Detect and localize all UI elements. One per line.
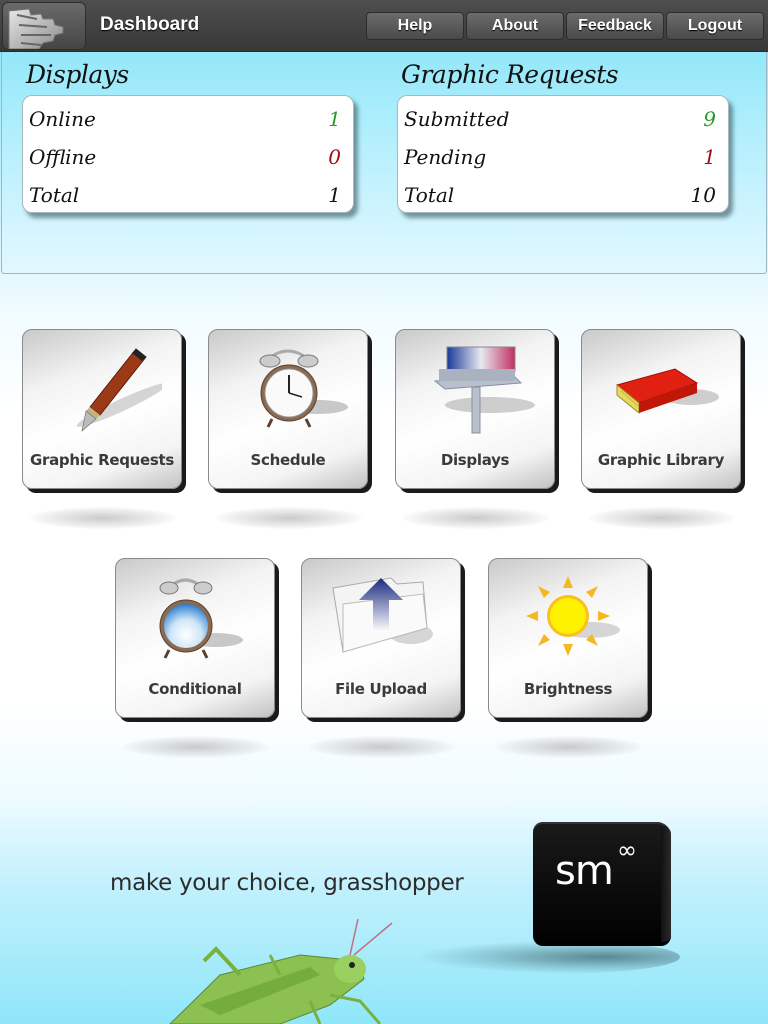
sun-icon — [526, 576, 620, 656]
tile-reflection — [403, 507, 549, 529]
stat-label: Submitted — [404, 107, 510, 131]
tile-label: Displays — [440, 451, 510, 469]
tile-label: Graphic Requests — [29, 451, 175, 469]
tile-file-upload[interactable]: File Upload — [301, 558, 465, 758]
cube-side — [661, 826, 671, 942]
stat-label: Total — [404, 183, 455, 207]
tile-label: File Upload — [335, 680, 427, 698]
logo-button[interactable] — [2, 2, 86, 50]
stats-panel: Displays Online 1 Offline 0 Total 1 Grap… — [1, 52, 767, 274]
stat-label: Offline — [29, 145, 97, 169]
tile-label: Brightness — [523, 680, 613, 698]
tile-label: Schedule — [250, 451, 326, 469]
stat-value: 0 — [328, 145, 341, 169]
logout-button[interactable]: Logout — [666, 12, 764, 40]
promo-tagline: make your choice, grasshopper — [110, 870, 464, 896]
stat-row-submitted: Submitted 9 — [404, 100, 716, 138]
folder-upload-icon — [332, 577, 433, 653]
tile-graphic-requests[interactable]: Graphic Requests — [22, 329, 186, 529]
stat-value: 1 — [703, 145, 716, 169]
stat-label: Online — [29, 107, 96, 131]
graphic-requests-stats: Graphic Requests Submitted 9 Pending 1 T… — [397, 60, 729, 213]
stat-value: 9 — [703, 107, 716, 131]
stat-value: 10 — [690, 183, 716, 207]
displays-card: Online 1 Offline 0 Total 1 — [22, 95, 354, 213]
stat-label: Total — [29, 183, 80, 207]
top-bar: Dashboard Help About Feedback Logout — [0, 0, 768, 52]
billboard-icon — [433, 346, 535, 434]
displays-stats: Displays Online 1 Offline 0 Total 1 — [22, 60, 354, 213]
tile-brightness[interactable]: Brightness — [488, 558, 652, 758]
brand-text: sm — [555, 848, 614, 894]
stat-row-pending: Pending 1 — [404, 138, 716, 176]
nav-buttons: Help About Feedback Logout — [366, 12, 764, 40]
alarm-clock-icon — [259, 349, 348, 428]
stat-row-offline: Offline 0 — [29, 138, 341, 176]
stat-row-online: Online 1 — [29, 100, 341, 138]
grasshopper-image — [169, 918, 393, 1024]
page-title: Dashboard — [100, 14, 200, 35]
graphic-requests-title: Graphic Requests — [401, 60, 619, 89]
tile-reflection — [309, 736, 455, 758]
stat-row-total: Total 1 — [29, 176, 341, 214]
tile-conditional[interactable]: Conditional — [115, 558, 279, 758]
tile-displays[interactable]: Displays — [395, 329, 559, 529]
tile-label: Graphic Library — [597, 451, 725, 469]
graphic-requests-card: Submitted 9 Pending 1 Total 10 — [397, 95, 729, 213]
about-button[interactable]: About — [466, 12, 564, 40]
brand-logo-cube: sm ∞ — [533, 822, 671, 946]
gear-icon — [8, 8, 64, 49]
displays-title: Displays — [26, 60, 129, 89]
tile-reflection — [589, 507, 735, 529]
tile-schedule[interactable]: Schedule — [208, 329, 372, 529]
tile-reflection — [30, 507, 176, 529]
tile-graphic-library[interactable]: Graphic Library — [581, 329, 745, 529]
cloud-clock-icon — [159, 578, 243, 659]
help-button[interactable]: Help — [366, 12, 464, 40]
book-icon — [615, 368, 719, 415]
tile-reflection — [496, 736, 642, 758]
feedback-button[interactable]: Feedback — [566, 12, 664, 40]
stat-value: 1 — [328, 107, 341, 131]
stat-label: Pending — [404, 145, 487, 169]
stat-row-total: Total 10 — [404, 176, 716, 214]
infinity-icon: ∞ — [617, 836, 637, 864]
stat-value: 1 — [328, 183, 341, 207]
tile-label: Conditional — [148, 680, 242, 698]
tile-reflection — [216, 507, 362, 529]
tile-reflection — [123, 736, 269, 758]
fountain-pen-icon — [76, 348, 162, 432]
